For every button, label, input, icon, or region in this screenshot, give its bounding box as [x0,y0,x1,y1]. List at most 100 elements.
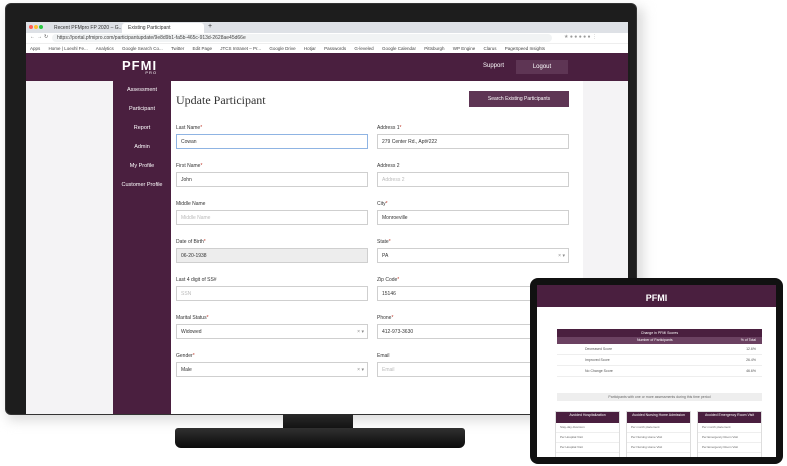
row-value: 26.4% [746,358,756,362]
back-icon[interactable]: ← [30,34,35,40]
pfmi-logo[interactable]: PFMI PRO [122,58,157,75]
middle-name-input[interactable]: Middle Name [176,210,368,225]
reload-icon[interactable]: ↻ [44,34,48,40]
gender-field: Gender* Male × ▾ [176,351,368,377]
window-controls[interactable] [29,25,44,31]
monitor-stand-base [175,428,465,448]
page-title: Update Participant [176,93,266,107]
label-text: Gender [176,353,193,359]
address2-input[interactable]: Address 2 [377,172,569,187]
state-select[interactable]: PA × ▾ [377,248,569,263]
app-header: PFMI PRO Support Logout [26,53,628,81]
sidebar-item-assessment[interactable]: Assessment [113,81,171,100]
forward-icon[interactable]: → [37,34,42,40]
field-label: Address 1* [377,125,402,131]
bookmark[interactable]: Twitter [171,46,184,51]
dob-input[interactable]: 06-20-1938 [176,248,368,263]
sidebar-item-my-profile[interactable]: My Profile [113,157,171,176]
sidebar: Assessment Participant Report Admin My P… [113,81,171,414]
ssn-input[interactable]: SSN [176,286,368,301]
card-title: Avoided Emergency Room Visit [698,412,761,423]
table-row: Improved Score 26.4% [557,355,762,366]
sidebar-item-admin[interactable]: Admin [113,138,171,157]
summary-card: Avoided Hospitalization Stay-day diversi… [555,411,620,457]
first-name-input[interactable]: John [176,172,368,187]
dob-field: Date of Birth* 06-20-1938 [176,237,368,263]
marital-field: Marital Status* Widowed × ▾ [176,313,368,339]
card-row: Per Emergency Room Visit [698,433,761,443]
sidebar-item-participant[interactable]: Participant [113,100,171,119]
search-participants-button[interactable]: Search Existing Participants [469,91,569,107]
logout-button[interactable]: Logout [516,60,568,74]
bookmark[interactable]: JTCS Intranet – Pr... [220,46,261,51]
row-value: 12.6% [746,347,756,351]
table-row: Decreased Score 12.6% [557,344,762,355]
scores-table: Change in PFMI Scores Number of Particip… [557,329,762,377]
bookmark[interactable]: Analytics [96,46,114,51]
city-input[interactable]: Monroeville [377,210,569,225]
bookmark[interactable]: Pittsburgh [424,46,444,51]
bookmark[interactable]: Home | Loexhl Fe... [49,46,88,51]
label-text: Phone [377,315,392,321]
field-label: Last Name* [176,125,203,131]
clear-chevron-icon[interactable]: × ▾ [357,325,364,340]
summary-card: Avoided Nursing Home Admission Per month… [626,411,691,457]
bookmark[interactable]: Apps [30,46,40,51]
support-link[interactable]: Support [483,63,504,69]
bookmark[interactable]: Passwords [324,46,346,51]
sidebar-item-customer-profile[interactable]: Customer Profile [113,176,171,195]
field-label: Marital Status* [176,315,209,321]
tablet-frame: PFMI Change in PFMI Scores Number of Par… [530,278,783,464]
address-bar[interactable]: https://portal.pfmipro.com/participantup… [52,34,552,42]
card-title: Avoided Hospitalization [556,412,619,423]
label-text: State [377,239,389,245]
row-label: Improved Score [585,358,610,362]
clear-chevron-icon[interactable]: × ▾ [558,249,565,264]
bookmark[interactable]: Clarus [483,46,496,51]
address2-field: Address 2 Address 2 [377,161,569,187]
bookmark[interactable]: G-leveled [354,46,373,51]
state-field: State* PA × ▾ [377,237,569,263]
field-label: First Name* [176,163,203,169]
select-value: PA [382,253,389,259]
bookmark[interactable]: WP Engine [453,46,475,51]
new-tab-icon[interactable]: + [208,23,212,30]
marital-select[interactable]: Widowed × ▾ [176,324,368,339]
field-label: Date of Birth* [176,239,206,245]
address1-input[interactable]: 279 Center Rd., Apt#222 [377,134,569,149]
summary-card: Avoided Emergency Room Visit Per month p… [697,411,762,457]
table-note: Participants with one or more assessment… [557,393,762,401]
label-text: Last Name [176,125,201,131]
tablet-header: PFMI [537,285,776,307]
main-content: Update Participant Search Existing Parti… [171,81,583,414]
field-label: State* [377,239,391,245]
table-row: No Change Score 46.6% [557,366,762,377]
middle-name-field: Middle Name Middle Name [176,199,368,225]
bookmark[interactable]: Google Drive [269,46,295,51]
browser-tabstrip: Recent PFMpro FP 2020 – G... Existing Pa… [26,22,628,33]
label-text: City [377,201,386,207]
card-row: Per Emergency Room Visit [698,443,761,453]
browser-tab-active[interactable]: Existing Participant [122,23,204,33]
card-row: Per Nursing Home Visit [627,443,690,453]
extension-icons[interactable]: ★ ● ● ● ● ● ⋮ [564,34,597,40]
ssn-field: Last 4 digit of SS# SSN [176,275,368,301]
bookmark[interactable]: Hotjar [304,46,316,51]
card-title: Avoided Nursing Home Admission [627,412,690,423]
bookmark[interactable]: PageSpeed Insights [505,46,545,51]
tablet-screen: PFMI Change in PFMI Scores Number of Par… [537,285,776,457]
tablet-logo: PFMI [645,293,668,303]
field-label: Address 2 [377,163,400,169]
label-text: First Name [176,163,201,169]
bookmark[interactable]: Google Calendar [382,46,416,51]
clear-chevron-icon[interactable]: × ▾ [357,363,364,378]
bookmark[interactable]: Edit Page [193,46,213,51]
card-row: Per Nursing Home Visit [627,433,690,443]
browser-tab[interactable]: Recent PFMpro FP 2020 – G... [48,23,123,33]
bookmark[interactable]: Google Search Co... [122,46,163,51]
last-name-input[interactable]: Cowan [176,134,368,149]
gender-select[interactable]: Male × ▾ [176,362,368,377]
sidebar-item-report[interactable]: Report [113,119,171,138]
tab-label: Existing Participant [128,25,171,31]
last-name-field: Last Name* Cowan [176,123,368,149]
